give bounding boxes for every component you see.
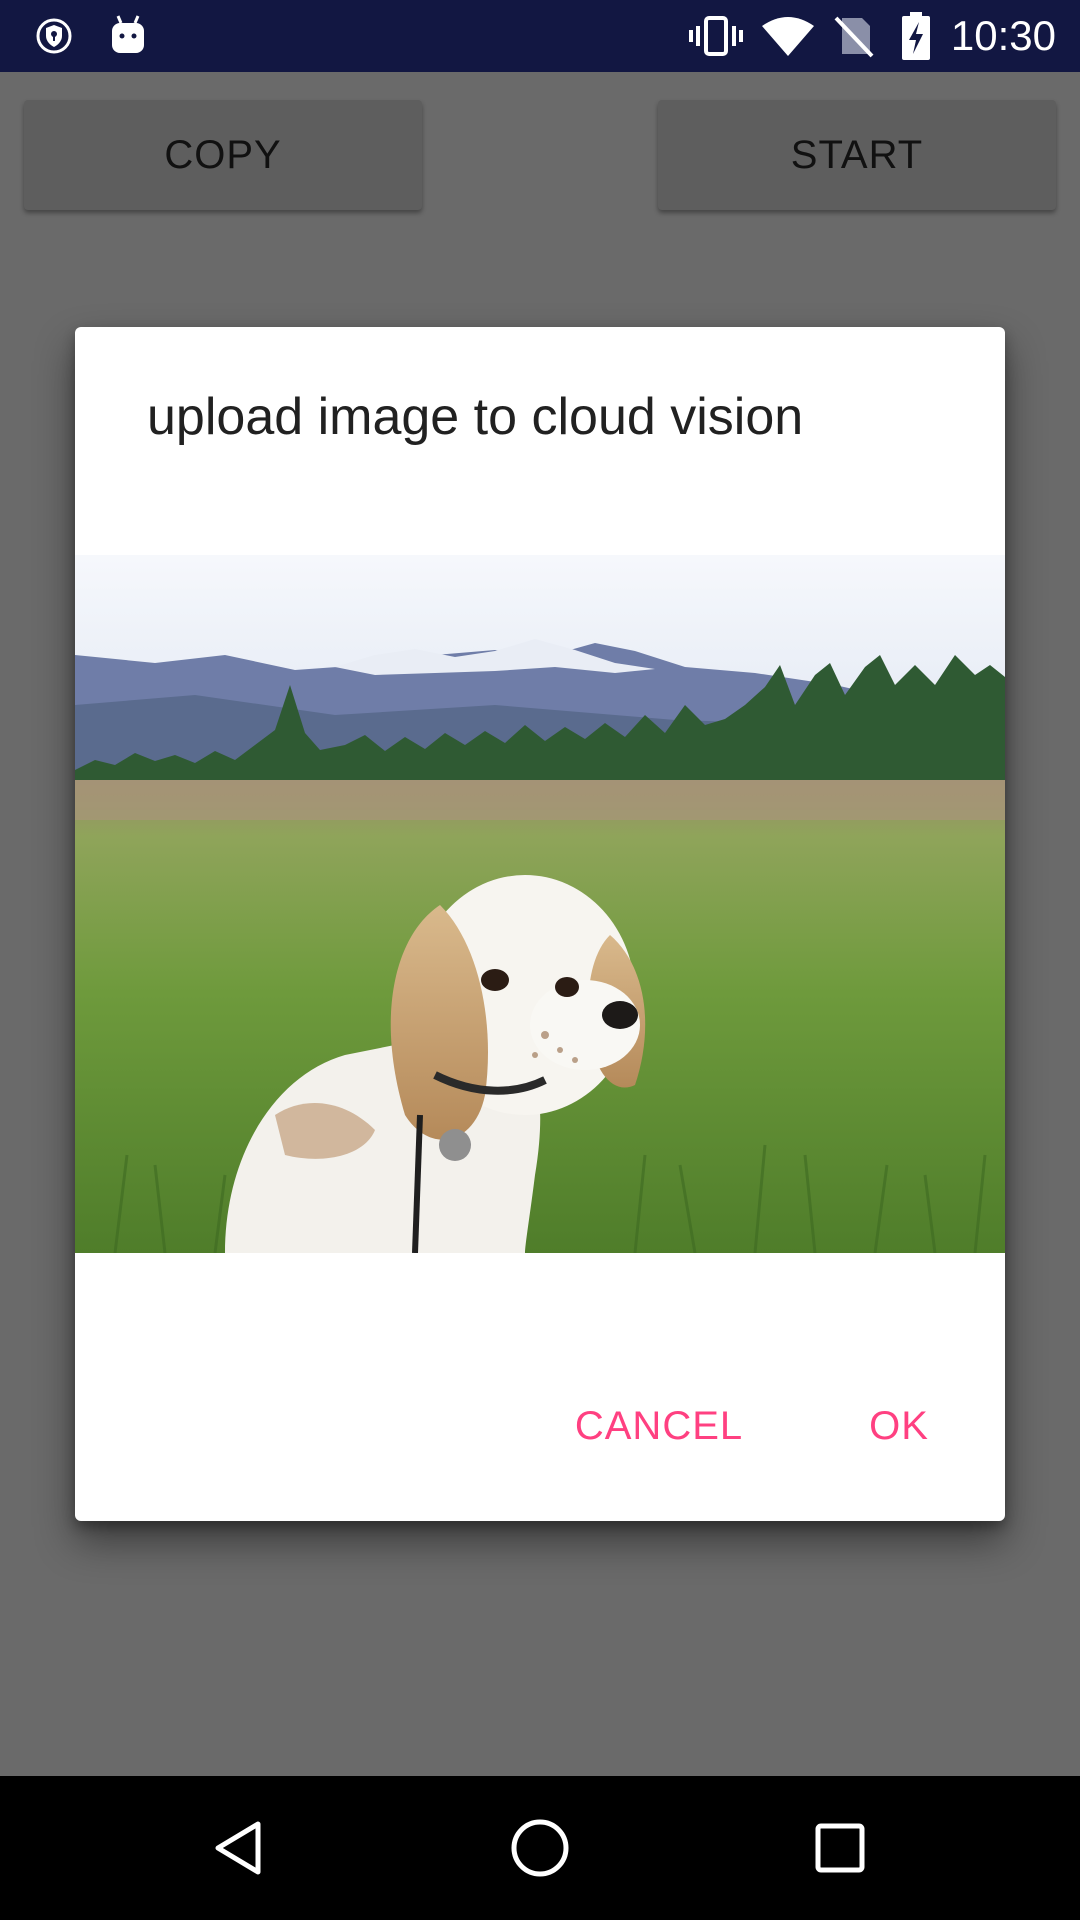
status-time: 10:30 — [950, 12, 1056, 59]
upload-dialog: upload image to cloud vision CANCEL OK — [75, 327, 1005, 1521]
dog-in-meadow-photo — [75, 555, 1005, 1253]
vpn-key-icon — [30, 12, 78, 60]
status-bar: 10:30 — [0, 0, 1080, 72]
home-icon[interactable] — [490, 1798, 590, 1898]
android-debug-icon — [104, 12, 152, 60]
dialog-title: upload image to cloud vision — [147, 388, 804, 446]
recents-icon[interactable] — [790, 1798, 890, 1898]
back-icon[interactable] — [190, 1798, 290, 1898]
dialog-actions: CANCEL OK — [75, 1331, 1005, 1521]
no-sim-icon — [830, 12, 878, 60]
cancel-button[interactable]: CANCEL — [559, 1381, 759, 1471]
ok-button[interactable]: OK — [839, 1381, 959, 1471]
battery-charging-icon — [896, 12, 936, 60]
vibrate-icon — [688, 12, 744, 60]
start-button[interactable]: START — [658, 100, 1056, 210]
navigation-bar — [0, 1776, 1080, 1920]
copy-button[interactable]: COPY — [24, 100, 422, 210]
wifi-icon — [760, 12, 816, 60]
